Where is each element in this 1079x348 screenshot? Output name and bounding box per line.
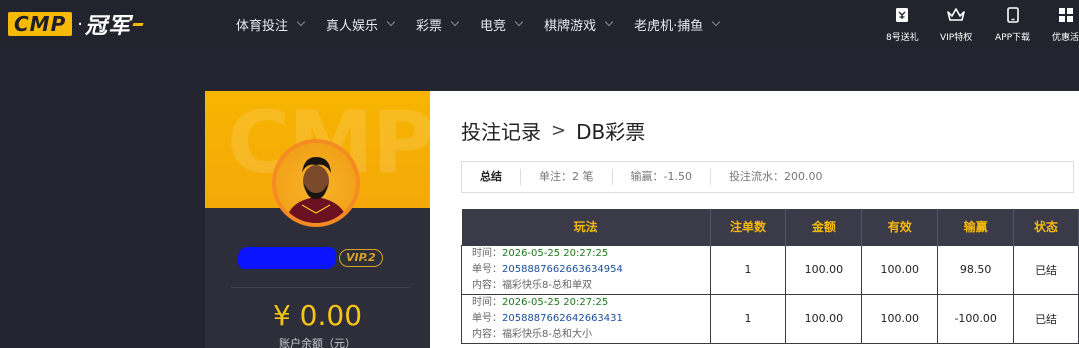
nav-live-casino[interactable]: 真人娱乐 — [326, 15, 396, 34]
bet-detail-cell: 时间：2026-05-25 20:27:25 单号：20588876626636… — [461, 244, 711, 295]
profile-panel: CMP VIP.2 ¥ 0.00 账户余额（元） — [205, 91, 430, 348]
bet-number-link[interactable]: 2058887662642663431 — [502, 313, 623, 324]
logo-brand: CMP — [8, 12, 73, 36]
username-redacted — [236, 247, 338, 269]
profile-divider — [231, 287, 410, 288]
chevron-down-icon — [711, 17, 721, 27]
nav-lottery-label: 彩票 — [416, 18, 443, 34]
quick-link-app[interactable]: APP下载 — [995, 6, 1030, 43]
quick-link-vip-label: VIP特权 — [940, 33, 973, 43]
quick-link-gift[interactable]: 8号送礼 — [886, 6, 919, 43]
bet-detail-cell: 时间：2026-05-25 20:27:25 单号：20588876626426… — [461, 293, 711, 344]
bet-number-link[interactable]: 2058887662663634954 — [502, 264, 623, 275]
main-nav: 体育投注 真人娱乐 彩票 电竞 棋牌游戏 老虎机·捕鱼 — [236, 0, 741, 48]
column-header-game: 玩法 — [461, 209, 711, 245]
breadcrumb-separator: > — [551, 120, 567, 141]
crown-icon — [947, 6, 965, 24]
bet-count: 1 — [709, 244, 787, 295]
bet-content-label: 内容： — [472, 279, 502, 291]
chevron-down-icon — [514, 17, 524, 27]
bet-winloss: -100.00 — [937, 293, 1015, 344]
breadcrumb-parent[interactable]: 投注记录 — [461, 116, 541, 145]
logo-chinese-name: 冠军 — [84, 14, 131, 39]
nav-lottery[interactable]: 彩票 — [416, 15, 460, 34]
bet-number-label: 单号： — [472, 263, 502, 275]
bet-time-label: 时间： — [472, 247, 502, 259]
breadcrumb-current: DB彩票 — [576, 120, 646, 144]
summary-turnover: 投注流水：200.00 — [728, 170, 823, 183]
nav-esports[interactable]: 电竞 — [480, 15, 524, 34]
account-balance-label: 账户余额（元） — [279, 337, 356, 348]
logo-dot: · — [77, 13, 83, 35]
avatar-image — [276, 143, 356, 223]
column-header-status: 状态 — [1013, 209, 1079, 245]
chevron-down-icon — [296, 17, 306, 27]
summary-title: 总结 — [462, 169, 521, 185]
quick-link-promotions[interactable]: 优惠活 — [1052, 6, 1079, 43]
bet-time: 2026-05-25 20:27:25 — [502, 247, 609, 259]
breadcrumb: 投注记录 > DB彩票 — [461, 116, 645, 145]
bet-valid: 100.00 — [861, 293, 939, 344]
vip-level-badge: VIP.2 — [339, 249, 383, 267]
nav-live-casino-label: 真人娱乐 — [326, 18, 379, 34]
table-header-row: 玩法 注单数 金额 有效 输赢 状态 — [461, 209, 1079, 245]
bet-content: 福彩快乐8-总和大小 — [502, 328, 592, 340]
column-header-winloss: 输赢 — [937, 209, 1015, 245]
bet-time: 2026-05-25 20:27:25 — [502, 296, 609, 308]
avatar[interactable] — [272, 139, 360, 227]
top-navigation-bar: CMP · 冠军 体育投注 真人娱乐 彩票 电竞 棋牌游戏 老虎机·捕鱼 8号送… — [0, 0, 1079, 48]
quick-link-app-label: APP下载 — [995, 33, 1031, 43]
nav-esports-label: 电竞 — [480, 18, 507, 34]
table-row[interactable]: 时间：2026-05-25 20:27:25 单号：20588876626426… — [461, 293, 1079, 344]
site-logo[interactable]: CMP · 冠军 — [8, 8, 144, 40]
nav-slots-fishing-label: 老虎机·捕鱼 — [634, 18, 704, 34]
chevron-down-icon — [386, 17, 396, 27]
bet-amount: 100.00 — [785, 244, 863, 295]
logo-accent-mark — [132, 22, 144, 26]
account-balance: ¥ 0.00 — [272, 299, 363, 332]
bet-status: 已结 — [1013, 293, 1079, 344]
bet-status: 已结 — [1013, 244, 1079, 295]
column-header-valid: 有效 — [861, 209, 939, 245]
summary-winloss: 输赢：-1.50 — [613, 169, 711, 185]
quick-link-promotions-label: 优惠活 — [1052, 33, 1079, 43]
summary-bar: 总结 单注：2 笔 输赢：-1.50 投注流水：200.00 — [461, 161, 1074, 193]
quick-link-gift-label: 8号送礼 — [886, 33, 919, 43]
bet-count: 1 — [709, 293, 787, 344]
bet-records-panel: 投注记录 > DB彩票 总结 单注：2 笔 输赢：-1.50 投注流水：200.… — [430, 91, 1079, 348]
bet-content: 福彩快乐8-总和单双 — [502, 279, 592, 291]
gift-icon — [893, 6, 911, 24]
nav-slots-fishing[interactable]: 老虎机·捕鱼 — [634, 15, 721, 34]
bet-number-label: 单号： — [472, 312, 502, 324]
bet-records-table: 玩法 注单数 金额 有效 输赢 状态 时间：2026-05-25 20:27:2… — [461, 209, 1079, 344]
nav-card-games-label: 棋牌游戏 — [544, 18, 597, 34]
column-header-bet-count: 注单数 — [710, 209, 787, 245]
quick-link-vip[interactable]: VIP特权 — [940, 6, 972, 43]
grid-icon — [1057, 6, 1075, 24]
bet-content-label: 内容： — [472, 328, 502, 340]
phone-icon — [1004, 6, 1022, 24]
nav-sports[interactable]: 体育投注 — [236, 15, 306, 34]
chevron-down-icon — [604, 17, 614, 27]
summary-bet-count: 单注：2 笔 — [521, 169, 613, 185]
nav-sports-label: 体育投注 — [236, 18, 289, 34]
chevron-down-icon — [450, 17, 460, 27]
bet-time-label: 时间： — [472, 296, 502, 308]
bet-amount: 100.00 — [785, 293, 863, 344]
nav-card-games[interactable]: 棋牌游戏 — [544, 15, 614, 34]
table-row[interactable]: 时间：2026-05-25 20:27:25 单号：20588876626636… — [461, 244, 1079, 295]
bet-winloss: 98.50 — [937, 244, 1015, 295]
bet-valid: 100.00 — [861, 244, 939, 295]
column-header-amount: 金额 — [785, 209, 863, 245]
